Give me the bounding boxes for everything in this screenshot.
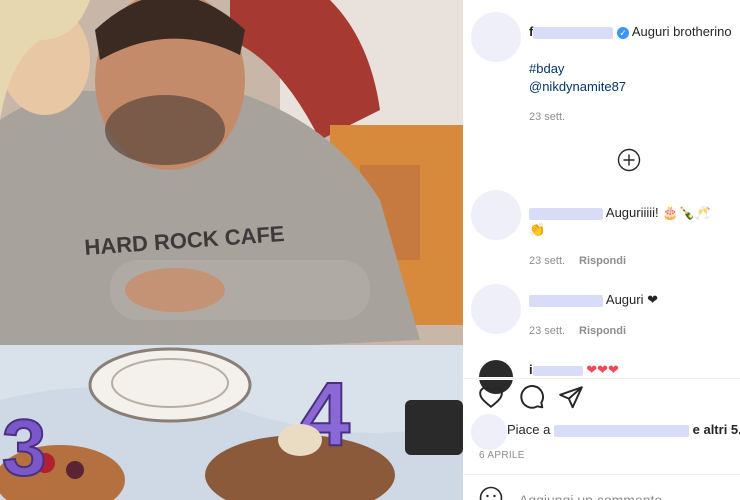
add-comment-input[interactable]: Aggiungi un commento... bbox=[519, 492, 674, 500]
post-date: 6 APRILE bbox=[479, 450, 525, 461]
comment-avatar[interactable] bbox=[471, 190, 521, 240]
post-side-panel: f ✓ Auguri brotherino #bday @nikdynamite… bbox=[463, 0, 740, 500]
hashtag-link[interactable]: #bday bbox=[529, 61, 564, 76]
likes-line[interactable]: Piace a e altri 5.9 bbox=[507, 422, 740, 437]
author-avatar[interactable] bbox=[471, 12, 521, 62]
redacted-username bbox=[554, 424, 689, 437]
mention-link[interactable]: @nikdynamite87 bbox=[529, 79, 626, 94]
verified-badge-icon: ✓ bbox=[616, 26, 629, 39]
birthday-photo-illustration: HARD ROCK CAFE 3 4 bbox=[0, 0, 463, 500]
load-more-comments-icon[interactable] bbox=[617, 148, 641, 177]
svg-text:3: 3 bbox=[2, 403, 47, 492]
redacted-username bbox=[529, 294, 603, 307]
comment-line: Auguri ❤ bbox=[529, 292, 658, 308]
share-send-icon[interactable] bbox=[558, 384, 584, 415]
comment-text: Auguriiiii! 🎂🍾🥂 bbox=[605, 205, 711, 220]
reply-button[interactable]: Rispondi bbox=[579, 325, 626, 337]
redacted-username bbox=[532, 365, 583, 376]
caption-date: 23 sett. bbox=[529, 111, 566, 123]
likes-prefix: Piace a bbox=[507, 422, 551, 437]
likes-suffix[interactable]: e altri 5.9 bbox=[693, 422, 740, 437]
comment-avatar[interactable] bbox=[471, 284, 521, 334]
redacted-username bbox=[533, 26, 614, 39]
caption-text: Auguri brotherino bbox=[631, 24, 732, 39]
comment-line: Auguriiiii! 🎂🍾🥂 bbox=[529, 205, 711, 221]
comment-text-continued: 👏 bbox=[529, 222, 546, 237]
comment-text: Auguri ❤ bbox=[605, 292, 658, 307]
like-heart-icon[interactable] bbox=[478, 384, 504, 415]
comment-date: 23 sett. bbox=[529, 255, 566, 267]
comment-line: i ❤❤❤ bbox=[529, 362, 619, 378]
divider bbox=[463, 474, 740, 475]
redacted-username bbox=[529, 207, 603, 220]
reply-button[interactable]: Rispondi bbox=[579, 255, 626, 267]
comment-date: 23 sett. bbox=[529, 325, 566, 337]
emoji-icon[interactable] bbox=[479, 486, 503, 500]
liker-avatar[interactable] bbox=[471, 414, 507, 450]
comment-bubble-icon[interactable] bbox=[519, 384, 545, 415]
caption-line: f ✓ Auguri brotherino bbox=[529, 24, 732, 39]
post-photo[interactable]: HARD ROCK CAFE 3 4 bbox=[0, 0, 463, 500]
comment-text: ❤❤❤ bbox=[586, 362, 619, 377]
divider bbox=[463, 378, 740, 379]
